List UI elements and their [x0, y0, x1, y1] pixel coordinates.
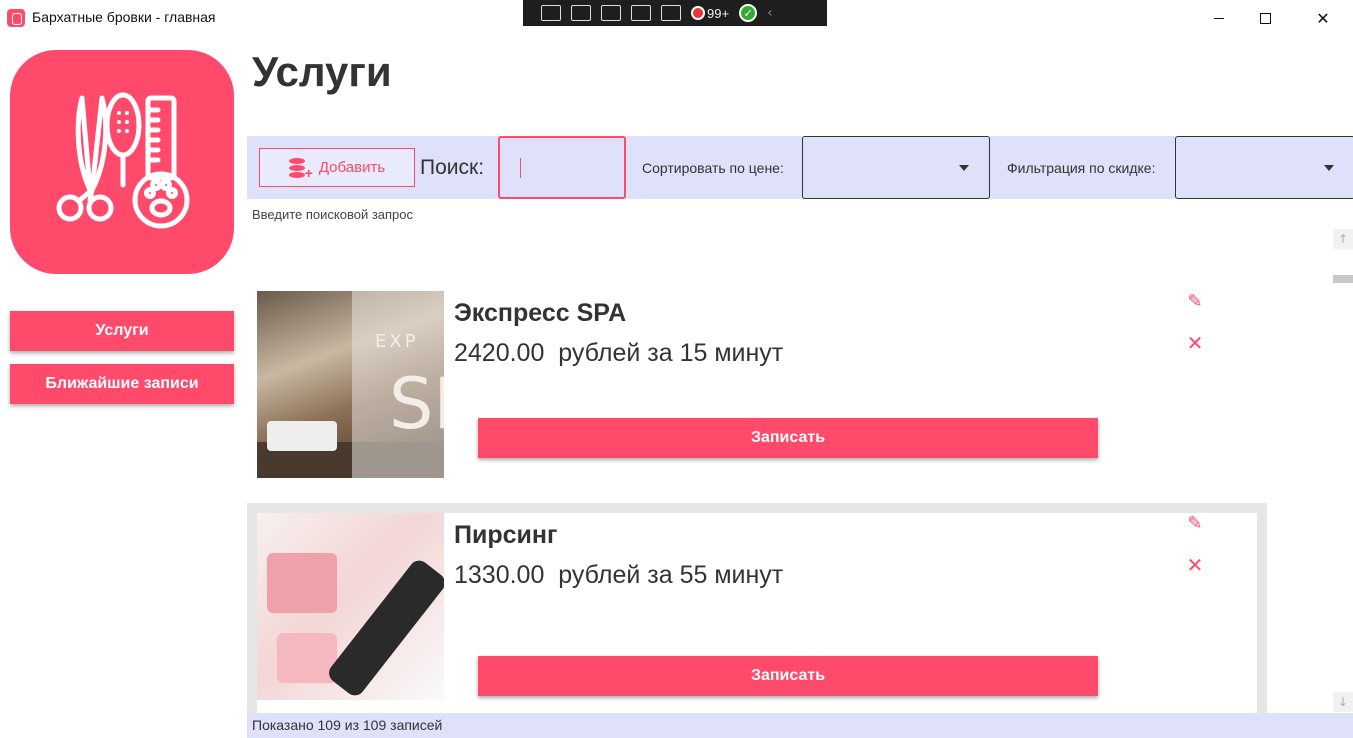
search-input[interactable]	[498, 136, 626, 199]
add-button-label: Добавить	[318, 159, 386, 176]
minimize-button[interactable]	[1196, 0, 1242, 36]
dropdown-arrow-icon	[959, 165, 969, 171]
service-name: Экспресс SPA	[454, 299, 627, 327]
service-price: 1330.00 рублей за 55 минут	[454, 561, 784, 589]
scroll-down-button[interactable]: ↓	[1333, 692, 1353, 712]
check-icon[interactable]: ✓	[739, 4, 758, 22]
page-title: Услуги	[252, 48, 392, 95]
scroll-thumb[interactable]	[1333, 275, 1353, 283]
add-service-button[interactable]: + Добавить	[259, 148, 415, 187]
service-card-body: EXP SP Экспресс SPA 2420.00 рублей за 15…	[257, 291, 1257, 478]
sidebar-item-upcoming-appointments[interactable]: Ближайшие записи	[10, 364, 234, 404]
minimize-icon	[1214, 17, 1224, 19]
record-icon	[691, 6, 705, 20]
search-hint: Введите поисковой запрос	[252, 207, 414, 222]
service-image: EXP SP	[257, 291, 444, 478]
discount-filter-select[interactable]	[1175, 136, 1353, 199]
text-caret	[520, 158, 521, 178]
close-button[interactable]: ✕	[1300, 0, 1346, 36]
service-card-body: Пирсинг 1330.00 рублей за 55 минут ✎ ✕ З…	[257, 513, 1257, 715]
filter-toolbar: + Добавить Поиск: Сортировать по цене: Ф…	[247, 136, 1353, 199]
image-text-large: SP	[389, 363, 444, 445]
binding-errors-badge[interactable]: 99+	[691, 6, 729, 21]
records-count-status: Показано 109 из 109 записей	[247, 713, 1353, 738]
dropdown-arrow-icon	[1324, 165, 1334, 171]
window-title: Бархатные бровки - главная	[32, 9, 216, 25]
search-label: Поиск:	[420, 156, 485, 179]
scroll-up-button[interactable]: ↑	[1333, 229, 1353, 249]
chevron-left-icon[interactable]: ‹	[767, 5, 773, 21]
service-name: Пирсинг	[454, 521, 558, 549]
close-icon: ✕	[1316, 8, 1330, 28]
delete-x-icon[interactable]: ✕	[1185, 553, 1205, 577]
filter-label: Фильтрация по скидке:	[1007, 160, 1156, 176]
image-text: EXP	[375, 331, 419, 352]
service-image	[257, 513, 444, 700]
video-icon[interactable]	[571, 5, 591, 21]
maximize-button[interactable]	[1242, 0, 1288, 36]
app-icon	[7, 9, 25, 27]
book-button[interactable]: Записать	[478, 656, 1098, 696]
book-button[interactable]: Записать	[478, 418, 1098, 458]
logo	[10, 50, 234, 274]
pencil-icon[interactable]: ✎	[1185, 291, 1205, 312]
database-add-icon: +	[288, 156, 313, 180]
binding-errors-count: 99+	[707, 5, 730, 21]
sort-by-price-select[interactable]	[802, 136, 990, 199]
debug-toolbar: 99+ ✓ ‹	[523, 0, 827, 26]
salon-tools-logo-icon	[56, 92, 190, 229]
sidebar-item-services[interactable]: Услуги	[10, 311, 234, 351]
pencil-icon[interactable]: ✎	[1185, 513, 1205, 534]
maximize-icon	[1259, 12, 1271, 24]
select-element-icon[interactable]	[601, 5, 621, 21]
delete-x-icon[interactable]: ✕	[1185, 331, 1205, 355]
display-adorners-icon[interactable]	[631, 5, 651, 21]
service-card[interactable]: Пирсинг 1330.00 рублей за 55 минут ✎ ✕ З…	[247, 503, 1267, 715]
live-visual-tree-icon[interactable]	[541, 5, 561, 21]
track-focus-icon[interactable]	[661, 5, 681, 21]
service-price: 2420.00 рублей за 15 минут	[454, 339, 784, 367]
service-card[interactable]: EXP SP Экспресс SPA 2420.00 рублей за 15…	[247, 281, 1267, 488]
sort-label: Сортировать по цене:	[642, 160, 784, 176]
